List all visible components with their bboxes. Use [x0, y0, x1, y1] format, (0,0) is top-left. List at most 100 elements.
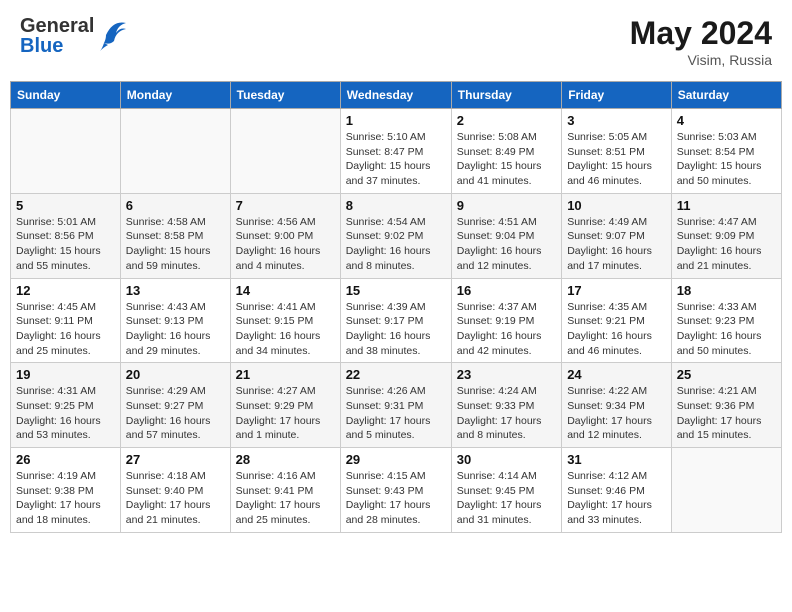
- day-info: Sunrise: 5:01 AM Sunset: 8:56 PM Dayligh…: [16, 215, 115, 274]
- day-info: Sunrise: 5:08 AM Sunset: 8:49 PM Dayligh…: [457, 130, 556, 189]
- day-number: 1: [346, 113, 446, 128]
- calendar-cell: 9 Sunrise: 4:51 AM Sunset: 9:04 PM Daylig…: [451, 193, 561, 278]
- calendar-week-1: 1 Sunrise: 5:10 AM Sunset: 8:47 PM Daylig…: [11, 109, 782, 194]
- day-info: Sunrise: 5:03 AM Sunset: 8:54 PM Dayligh…: [677, 130, 776, 189]
- day-info: Sunrise: 4:18 AM Sunset: 9:40 PM Dayligh…: [126, 469, 225, 528]
- day-info: Sunrise: 5:10 AM Sunset: 8:47 PM Dayligh…: [346, 130, 446, 189]
- logo-general: General: [20, 16, 94, 36]
- day-info: Sunrise: 4:12 AM Sunset: 9:46 PM Dayligh…: [567, 469, 666, 528]
- calendar-week-3: 12 Sunrise: 4:45 AM Sunset: 9:11 PM Dayli…: [11, 278, 782, 363]
- day-number: 18: [677, 283, 776, 298]
- calendar-week-5: 26 Sunrise: 4:19 AM Sunset: 9:38 PM Dayli…: [11, 448, 782, 533]
- day-number: 20: [126, 367, 225, 382]
- day-number: 14: [236, 283, 335, 298]
- calendar-cell: 3 Sunrise: 5:05 AM Sunset: 8:51 PM Daylig…: [562, 109, 672, 194]
- day-number: 22: [346, 367, 446, 382]
- day-info: Sunrise: 4:26 AM Sunset: 9:31 PM Dayligh…: [346, 384, 446, 443]
- calendar-cell: 25Sunrise: 4:21 AM Sunset: 9:36 PM Dayli…: [671, 363, 781, 448]
- day-number: 29: [346, 452, 446, 467]
- calendar-cell: [230, 109, 340, 194]
- calendar-cell: 16 Sunrise: 4:37 AM Sunset: 9:19 PM Dayli…: [451, 278, 561, 363]
- calendar-cell: 4 Sunrise: 5:03 AM Sunset: 8:54 PM Daylig…: [671, 109, 781, 194]
- day-number: 4: [677, 113, 776, 128]
- day-info: Sunrise: 4:19 AM Sunset: 9:38 PM Dayligh…: [16, 469, 115, 528]
- weekday-header-saturday: Saturday: [671, 82, 781, 109]
- day-info: Sunrise: 4:51 AM Sunset: 9:04 PM Dayligh…: [457, 215, 556, 274]
- weekday-header-monday: Monday: [120, 82, 230, 109]
- calendar-cell: 23Sunrise: 4:24 AM Sunset: 9:33 PM Dayli…: [451, 363, 561, 448]
- location: Visim, Russia: [630, 52, 772, 68]
- page-header: General Blue May 2024 Visim, Russia: [10, 10, 782, 73]
- day-number: 26: [16, 452, 115, 467]
- calendar-cell: 8 Sunrise: 4:54 AM Sunset: 9:02 PM Daylig…: [340, 193, 451, 278]
- calendar-cell: 11 Sunrise: 4:47 AM Sunset: 9:09 PM Dayli…: [671, 193, 781, 278]
- calendar-cell: 22 Sunrise: 4:26 AM Sunset: 9:31 PM Dayli…: [340, 363, 451, 448]
- calendar-cell: 13Sunrise: 4:43 AM Sunset: 9:13 PM Dayli…: [120, 278, 230, 363]
- day-info: Sunrise: 4:22 AM Sunset: 9:34 PM Dayligh…: [567, 384, 666, 443]
- weekday-header-tuesday: Tuesday: [230, 82, 340, 109]
- calendar-cell: 18 Sunrise: 4:33 AM Sunset: 9:23 PM Dayli…: [671, 278, 781, 363]
- day-info: Sunrise: 4:35 AM Sunset: 9:21 PM Dayligh…: [567, 300, 666, 359]
- day-number: 12: [16, 283, 115, 298]
- calendar-cell: 2 Sunrise: 5:08 AM Sunset: 8:49 PM Daylig…: [451, 109, 561, 194]
- day-number: 11: [677, 198, 776, 213]
- title-block: May 2024 Visim, Russia: [630, 15, 772, 68]
- calendar-cell: 20Sunrise: 4:29 AM Sunset: 9:27 PM Dayli…: [120, 363, 230, 448]
- weekday-header-friday: Friday: [562, 82, 672, 109]
- weekday-header-row: SundayMondayTuesdayWednesdayThursdayFrid…: [11, 82, 782, 109]
- calendar-cell: [11, 109, 121, 194]
- day-info: Sunrise: 5:05 AM Sunset: 8:51 PM Dayligh…: [567, 130, 666, 189]
- day-info: Sunrise: 4:54 AM Sunset: 9:02 PM Dayligh…: [346, 215, 446, 274]
- calendar-header: SundayMondayTuesdayWednesdayThursdayFrid…: [11, 82, 782, 109]
- day-number: 28: [236, 452, 335, 467]
- calendar-cell: 27Sunrise: 4:18 AM Sunset: 9:40 PM Dayli…: [120, 448, 230, 533]
- calendar-cell: 14 Sunrise: 4:41 AM Sunset: 9:15 PM Dayli…: [230, 278, 340, 363]
- calendar-cell: 28 Sunrise: 4:16 AM Sunset: 9:41 PM Dayli…: [230, 448, 340, 533]
- calendar-cell: 5 Sunrise: 5:01 AM Sunset: 8:56 PM Daylig…: [11, 193, 121, 278]
- day-info: Sunrise: 4:15 AM Sunset: 9:43 PM Dayligh…: [346, 469, 446, 528]
- weekday-header-wednesday: Wednesday: [340, 82, 451, 109]
- logo-bird-icon: [98, 15, 128, 56]
- day-number: 24: [567, 367, 666, 382]
- calendar-cell: 17Sunrise: 4:35 AM Sunset: 9:21 PM Dayli…: [562, 278, 672, 363]
- day-number: 31: [567, 452, 666, 467]
- day-number: 9: [457, 198, 556, 213]
- day-info: Sunrise: 4:58 AM Sunset: 8:58 PM Dayligh…: [126, 215, 225, 274]
- calendar-cell: 21 Sunrise: 4:27 AM Sunset: 9:29 PM Dayli…: [230, 363, 340, 448]
- calendar-cell: 29 Sunrise: 4:15 AM Sunset: 9:43 PM Dayli…: [340, 448, 451, 533]
- calendar-cell: [120, 109, 230, 194]
- calendar-cell: 31 Sunrise: 4:12 AM Sunset: 9:46 PM Dayli…: [562, 448, 672, 533]
- day-number: 10: [567, 198, 666, 213]
- calendar-cell: 12 Sunrise: 4:45 AM Sunset: 9:11 PM Dayli…: [11, 278, 121, 363]
- calendar-cell: 15Sunrise: 4:39 AM Sunset: 9:17 PM Dayli…: [340, 278, 451, 363]
- calendar-week-2: 5 Sunrise: 5:01 AM Sunset: 8:56 PM Daylig…: [11, 193, 782, 278]
- day-number: 16: [457, 283, 556, 298]
- calendar-cell: 1 Sunrise: 5:10 AM Sunset: 8:47 PM Daylig…: [340, 109, 451, 194]
- calendar-body: 1 Sunrise: 5:10 AM Sunset: 8:47 PM Daylig…: [11, 109, 782, 533]
- day-info: Sunrise: 4:16 AM Sunset: 9:41 PM Dayligh…: [236, 469, 335, 528]
- day-info: Sunrise: 4:14 AM Sunset: 9:45 PM Dayligh…: [457, 469, 556, 528]
- month-title: May 2024: [630, 15, 772, 52]
- calendar-cell: 6Sunrise: 4:58 AM Sunset: 8:58 PM Daylig…: [120, 193, 230, 278]
- day-info: Sunrise: 4:56 AM Sunset: 9:00 PM Dayligh…: [236, 215, 335, 274]
- day-info: Sunrise: 4:45 AM Sunset: 9:11 PM Dayligh…: [16, 300, 115, 359]
- day-info: Sunrise: 4:41 AM Sunset: 9:15 PM Dayligh…: [236, 300, 335, 359]
- day-info: Sunrise: 4:27 AM Sunset: 9:29 PM Dayligh…: [236, 384, 335, 443]
- day-number: 7: [236, 198, 335, 213]
- calendar-cell: 7 Sunrise: 4:56 AM Sunset: 9:00 PM Daylig…: [230, 193, 340, 278]
- calendar-cell: 30Sunrise: 4:14 AM Sunset: 9:45 PM Dayli…: [451, 448, 561, 533]
- day-number: 21: [236, 367, 335, 382]
- day-number: 19: [16, 367, 115, 382]
- day-info: Sunrise: 4:33 AM Sunset: 9:23 PM Dayligh…: [677, 300, 776, 359]
- day-info: Sunrise: 4:47 AM Sunset: 9:09 PM Dayligh…: [677, 215, 776, 274]
- day-number: 25: [677, 367, 776, 382]
- day-number: 2: [457, 113, 556, 128]
- day-info: Sunrise: 4:37 AM Sunset: 9:19 PM Dayligh…: [457, 300, 556, 359]
- day-number: 8: [346, 198, 446, 213]
- day-number: 3: [567, 113, 666, 128]
- day-info: Sunrise: 4:31 AM Sunset: 9:25 PM Dayligh…: [16, 384, 115, 443]
- calendar-cell: 24 Sunrise: 4:22 AM Sunset: 9:34 PM Dayli…: [562, 363, 672, 448]
- day-info: Sunrise: 4:43 AM Sunset: 9:13 PM Dayligh…: [126, 300, 225, 359]
- day-number: 5: [16, 198, 115, 213]
- calendar-week-4: 19 Sunrise: 4:31 AM Sunset: 9:25 PM Dayli…: [11, 363, 782, 448]
